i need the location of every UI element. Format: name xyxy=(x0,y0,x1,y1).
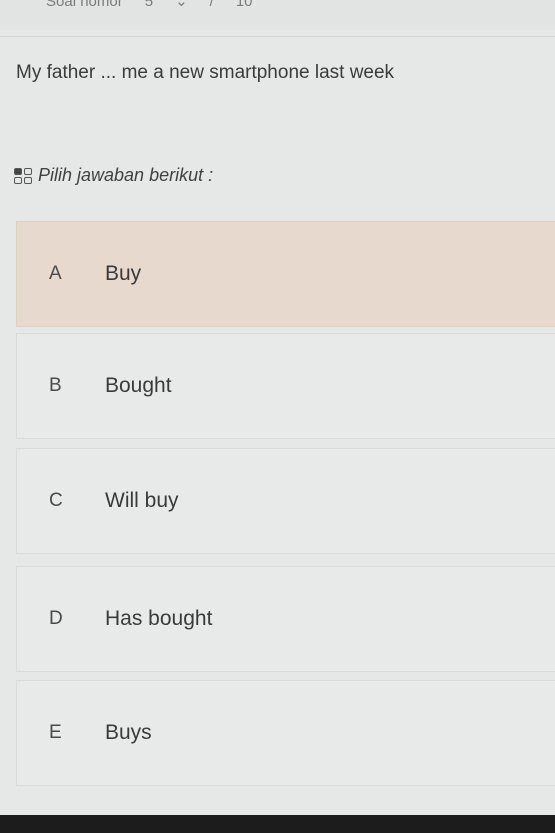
question-number-total: 10 xyxy=(235,0,253,10)
option-letter: B xyxy=(49,375,62,396)
question-text: My father ... me a new smartphone last w… xyxy=(16,62,395,83)
option-letter: D xyxy=(49,608,63,629)
question-number-header: Soal nomor 5 ⌄ / 10 xyxy=(0,0,555,30)
option-text: Has bought xyxy=(105,607,213,630)
quiz-page: Soal nomor 5 ⌄ / 10 My father ... me a n… xyxy=(0,0,555,833)
header-divider xyxy=(0,36,555,37)
instruction: Pilih jawaban berikut : xyxy=(14,165,213,186)
question-number-label: Soal nomor xyxy=(46,0,123,10)
option-text: Buys xyxy=(105,721,152,744)
bottom-bar xyxy=(0,815,555,833)
option-a[interactable]: A Buy xyxy=(16,221,555,327)
option-text: Bought xyxy=(105,374,172,397)
option-letter: A xyxy=(49,263,62,284)
question-number-separator: / xyxy=(209,0,214,10)
option-text: Will buy xyxy=(105,489,179,512)
question-number-current[interactable]: 5 xyxy=(145,0,153,9)
option-letter: E xyxy=(49,722,62,743)
option-c[interactable]: C Will buy xyxy=(16,448,555,554)
option-letter: C xyxy=(49,490,63,511)
option-e[interactable]: E Buys xyxy=(16,680,555,786)
option-b[interactable]: B Bought xyxy=(16,333,555,439)
grid-icon xyxy=(14,167,32,184)
option-d[interactable]: D Has bought xyxy=(16,566,555,672)
question-number-chevron-icon[interactable]: ⌄ xyxy=(175,0,188,9)
instruction-text: Pilih jawaban berikut : xyxy=(38,165,214,185)
option-text: Buy xyxy=(105,262,142,285)
